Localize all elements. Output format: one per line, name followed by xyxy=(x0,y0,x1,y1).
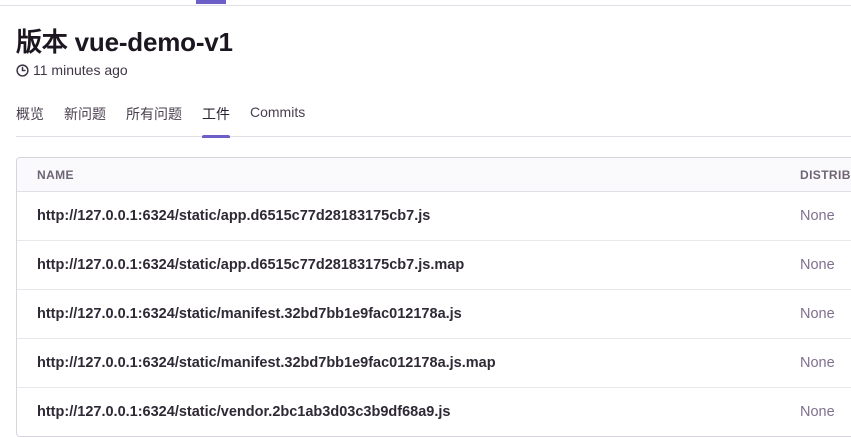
artifact-distribution: None xyxy=(800,355,835,371)
artifact-name[interactable]: http://127.0.0.1:6324/static/vendor.2bc1… xyxy=(37,404,450,420)
page-title: 版本 vue-demo-v1 xyxy=(16,27,233,57)
table-row[interactable]: http://127.0.0.1:6324/static/app.d6515c7… xyxy=(17,241,851,290)
release-tabs: 概览 新问题 所有问题 工件 Commits xyxy=(16,96,851,138)
artifact-distribution: None xyxy=(800,306,835,322)
artifacts-table: NAME DISTRIBU http://127.0.0.1:6324/stat… xyxy=(16,157,851,437)
active-nav-indicator xyxy=(196,0,226,4)
column-header-distribution: DISTRIBU xyxy=(800,168,851,182)
tab-new-issues[interactable]: 新问题 xyxy=(64,96,106,137)
table-row[interactable]: http://127.0.0.1:6324/static/manifest.32… xyxy=(17,339,851,388)
header-divider xyxy=(0,0,851,6)
table-row[interactable]: http://127.0.0.1:6324/static/vendor.2bc1… xyxy=(17,388,851,436)
artifact-name[interactable]: http://127.0.0.1:6324/static/manifest.32… xyxy=(37,306,462,322)
clock-icon xyxy=(16,63,29,77)
tab-commits[interactable]: Commits xyxy=(250,96,305,137)
artifact-distribution: None xyxy=(800,208,835,224)
tab-all-issues[interactable]: 所有问题 xyxy=(126,96,182,137)
column-header-name: NAME xyxy=(37,168,74,182)
artifact-name[interactable]: http://127.0.0.1:6324/static/app.d6515c7… xyxy=(37,208,430,224)
artifact-distribution: None xyxy=(800,404,835,420)
tab-overview[interactable]: 概览 xyxy=(16,96,44,137)
time-ago-text: 11 minutes ago xyxy=(33,62,128,78)
artifact-name[interactable]: http://127.0.0.1:6324/static/app.d6515c7… xyxy=(37,257,464,273)
table-row[interactable]: http://127.0.0.1:6324/static/manifest.32… xyxy=(17,290,851,339)
table-row[interactable]: http://127.0.0.1:6324/static/app.d6515c7… xyxy=(17,192,851,241)
release-time: 11 minutes ago xyxy=(16,62,128,78)
artifact-name[interactable]: http://127.0.0.1:6324/static/manifest.32… xyxy=(37,355,496,371)
artifact-distribution: None xyxy=(800,257,835,273)
table-header: NAME DISTRIBU xyxy=(17,158,851,192)
tab-artifacts[interactable]: 工件 xyxy=(202,96,230,138)
